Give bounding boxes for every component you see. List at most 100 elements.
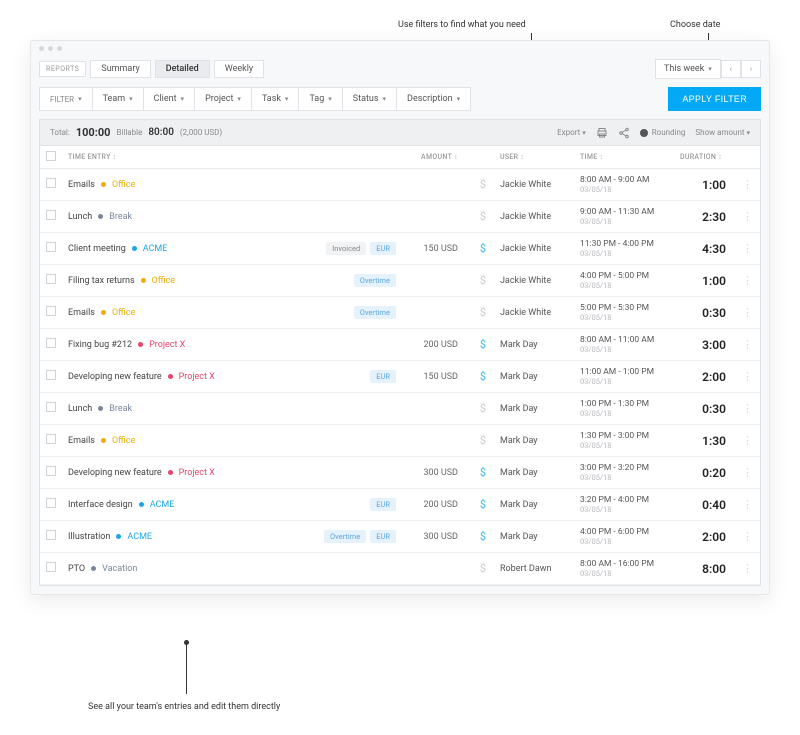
more-icon[interactable]: ⋮ [742,434,754,447]
row-checkbox[interactable] [46,466,56,476]
col-amount[interactable]: AMOUNT↕ [402,146,472,169]
tab-weekly[interactable]: Weekly [214,60,264,78]
dollar-icon[interactable]: $ [480,178,486,191]
dollar-icon[interactable]: $ [480,402,486,415]
more-icon[interactable]: ⋮ [742,338,754,351]
table-row[interactable]: Fixing bug #212Project X 200 USD $ Mark … [40,329,760,361]
table-row[interactable]: PTOVacation $ Robert Dawn 8:00 AM - 16:0… [40,553,760,585]
dollar-icon[interactable]: $ [480,466,486,479]
duration-value: 0:20 [702,466,726,480]
table-row[interactable]: Developing new featureProject X 300 USD … [40,457,760,489]
table-row[interactable]: Interface designACME EUR 200 USD $ Mark … [40,489,760,521]
table-row[interactable]: EmailsOffice $ Jackie White 8:00 AM - 9:… [40,169,760,201]
date-value: 03/05/18 [580,537,668,546]
user-name: Mark Day [494,457,574,489]
duration-value: 0:40 [702,498,726,512]
more-icon[interactable]: ⋮ [742,306,754,319]
more-icon[interactable]: ⋮ [742,498,754,511]
table-row[interactable]: Developing new featureProject X EUR 150 … [40,361,760,393]
show-amount-button[interactable]: Show amount ▾ [695,128,750,137]
row-checkbox[interactable] [46,562,56,572]
row-checkbox[interactable] [46,498,56,508]
row-checkbox[interactable] [46,178,56,188]
more-icon[interactable]: ⋮ [742,562,754,575]
billable-usd: (2,000 USD) [180,128,222,137]
col-duration[interactable]: DURATION↕ [674,146,736,169]
row-checkbox[interactable] [46,274,56,284]
more-icon[interactable]: ⋮ [742,242,754,255]
dollar-icon[interactable]: $ [480,338,486,351]
rounding-toggle[interactable]: Rounding [640,128,686,137]
export-button[interactable]: Export ▾ [557,128,586,137]
app-window: REPORTS Summary Detailed Weekly This wee… [30,40,770,595]
row-checkbox[interactable] [46,242,56,252]
filter-status[interactable]: Status ▾ [342,87,396,111]
amount-value: 300 USD [402,521,472,553]
tab-summary[interactable]: Summary [90,60,150,78]
col-entry[interactable]: TIME ENTRY↕ [62,146,314,169]
user-name: Mark Day [494,489,574,521]
filter-label[interactable]: FILTER ▾ [39,87,92,111]
row-checkbox[interactable] [46,370,56,380]
table-row[interactable]: LunchBreak $ Mark Day 1:00 PM - 1:30 PM0… [40,393,760,425]
dollar-icon[interactable]: $ [480,530,486,543]
user-name: Jackie White [494,169,574,201]
tab-detailed[interactable]: Detailed [155,60,210,78]
table-row[interactable]: IllustrationACME OvertimeEUR 300 USD $ M… [40,521,760,553]
time-range: 3:00 PM - 3:20 PM [580,463,668,473]
more-icon[interactable]: ⋮ [742,210,754,223]
print-icon[interactable] [596,127,608,139]
dollar-icon[interactable]: $ [480,434,486,447]
row-checkbox[interactable] [46,530,56,540]
table-row[interactable]: EmailsOffice $ Mark Day 1:30 PM - 3:00 P… [40,425,760,457]
date-prev-button[interactable]: ‹ [721,60,741,78]
filter-team[interactable]: Team ▾ [92,87,143,111]
dollar-icon[interactable]: $ [480,274,486,287]
filter-description[interactable]: Description ▾ [396,87,471,111]
project-dot-icon [101,182,106,187]
badge: Invoiced [326,242,366,255]
share-icon[interactable] [618,127,630,139]
dollar-icon[interactable]: $ [480,498,486,511]
row-checkbox[interactable] [46,338,56,348]
apply-filter-button[interactable]: APPLY FILTER [668,87,761,111]
total-value: 100:00 [76,126,111,139]
user-name: Jackie White [494,233,574,265]
row-checkbox[interactable] [46,402,56,412]
more-icon[interactable]: ⋮ [742,402,754,415]
date-next-button[interactable]: › [741,60,761,78]
date-value: 03/05/18 [580,409,668,418]
more-icon[interactable]: ⋮ [742,530,754,543]
more-icon[interactable]: ⋮ [742,274,754,287]
col-time[interactable]: TIME↕ [574,146,674,169]
amount-value [402,553,472,585]
filter-tag[interactable]: Tag ▾ [298,87,341,111]
date-picker[interactable]: This week ▾ [655,59,721,79]
user-name: Mark Day [494,329,574,361]
filter-task[interactable]: Task ▾ [251,87,299,111]
row-checkbox[interactable] [46,210,56,220]
dollar-icon[interactable]: $ [480,562,486,575]
table-row[interactable]: Filing tax returnsOffice Overtime $ Jack… [40,265,760,297]
row-checkbox[interactable] [46,434,56,444]
entry-desc: Developing new feature [68,468,162,478]
amount-value [402,169,472,201]
more-icon[interactable]: ⋮ [742,466,754,479]
more-icon[interactable]: ⋮ [742,178,754,191]
more-icon[interactable]: ⋮ [742,370,754,383]
filter-client[interactable]: Client ▾ [143,87,194,111]
time-range: 8:00 AM - 9:00 AM [580,175,668,185]
row-checkbox[interactable] [46,306,56,316]
table-row[interactable]: EmailsOffice Overtime $ Jackie White 5:0… [40,297,760,329]
col-user[interactable]: USER↕ [494,146,574,169]
table-row[interactable]: Client meetingACME InvoicedEUR 150 USD $… [40,233,760,265]
table-row[interactable]: LunchBreak $ Jackie White 9:00 AM - 11:3… [40,201,760,233]
dollar-icon[interactable]: $ [480,306,486,319]
dollar-icon[interactable]: $ [480,210,486,223]
dollar-icon[interactable]: $ [480,370,486,383]
filter-project[interactable]: Project ▾ [194,87,251,111]
total-label: Total: [50,128,70,137]
time-range: 4:00 PM - 5:00 PM [580,271,668,281]
dollar-icon[interactable]: $ [480,242,486,255]
select-all-checkbox[interactable] [46,151,56,161]
